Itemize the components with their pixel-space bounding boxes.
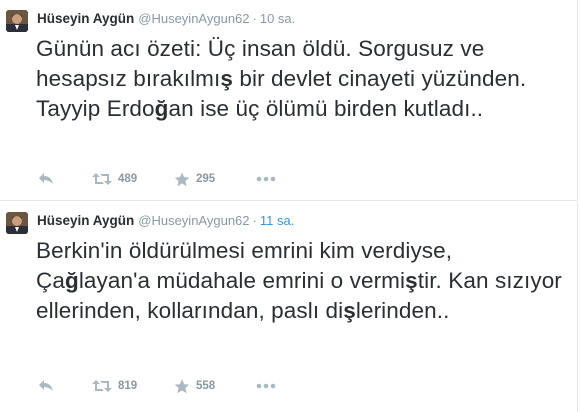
author-username[interactable]: @HuseyinAygun62: [138, 213, 249, 228]
retweet-button[interactable]: 819: [92, 377, 137, 395]
retweet-count: 819: [118, 380, 138, 392]
tweet[interactable]: Hüseyin Aygün @HuseyinAygun62 · 10 sa. Günü…: [0, 0, 578, 201]
retweet-button[interactable]: 489: [92, 170, 137, 188]
reply-button[interactable]: [38, 377, 54, 395]
favorite-button[interactable]: 295: [174, 170, 215, 188]
reply-icon: [39, 380, 53, 391]
reply-button[interactable]: [38, 170, 54, 188]
tweet-text-segment: ş: [405, 268, 418, 293]
favorite-button[interactable]: 558: [174, 377, 215, 395]
timeline: Hüseyin Aygün @HuseyinAygun62 · 10 sa. Günü…: [0, 0, 580, 412]
separator-dot: ·: [252, 11, 257, 26]
tweet-header: Hüseyin Aygün @HuseyinAygun62 · 11 sa.: [37, 212, 294, 230]
more-button[interactable]: [256, 377, 276, 395]
tweet-text-segment: ş: [343, 298, 356, 323]
author-name[interactable]: Hüseyin Aygün: [37, 11, 134, 26]
tweet-text-segment: ğ: [154, 96, 169, 121]
author-username[interactable]: @HuseyinAygun62: [138, 11, 249, 26]
author-name[interactable]: Hüseyin Aygün: [37, 213, 134, 228]
tweet-text: Günün acı özeti: Üç insan öldü. Sorgusuz…: [36, 34, 566, 124]
avatar[interactable]: [6, 212, 28, 234]
tweet-timestamp[interactable]: 10 sa.: [260, 11, 295, 26]
tweet-text-segment: an ise üç ölümü birden kutladı..: [168, 96, 484, 121]
more-icon: [256, 176, 276, 182]
avatar[interactable]: [6, 10, 28, 32]
star-icon: [174, 379, 190, 393]
reply-icon: [39, 173, 53, 184]
more-button[interactable]: [256, 170, 276, 188]
favorite-count: 558: [196, 380, 216, 392]
more-icon: [256, 383, 276, 389]
tweet-timestamp[interactable]: 11 sa.: [260, 213, 294, 228]
tweet-text: Berkin'in öldürülmesi emrini kim verdiys…: [36, 236, 566, 326]
retweet-count: 489: [118, 173, 138, 185]
favorite-count: 295: [196, 173, 216, 185]
tweet-text-segment: ş: [220, 66, 233, 91]
tweet[interactable]: Hüseyin Aygün @HuseyinAygun62 · 11 sa. Berk…: [0, 202, 578, 412]
tweet-text-segment: ğ: [64, 268, 79, 293]
star-icon: [174, 172, 190, 186]
retweet-icon: [92, 173, 112, 185]
tweet-text-segment: layan'a müdahale emrini o vermi: [78, 268, 406, 293]
retweet-icon: [92, 380, 112, 392]
tweet-header: Hüseyin Aygün @HuseyinAygun62 · 10 sa.: [37, 10, 295, 28]
separator-dot: ·: [252, 213, 257, 228]
tweet-text-segment: lerinden..: [355, 298, 450, 323]
